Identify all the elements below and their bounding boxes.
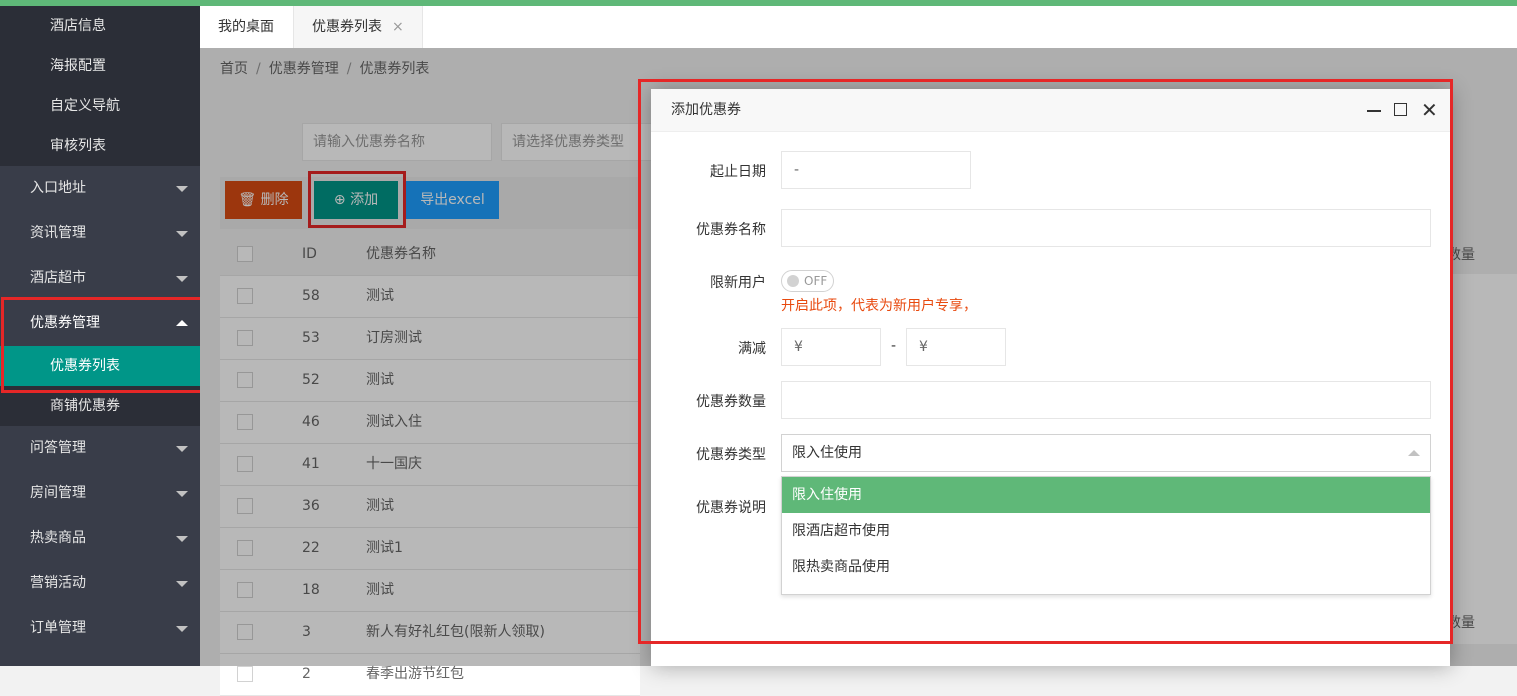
tab-bar: 我的桌面 优惠券列表 × (200, 6, 1517, 49)
tab-desktop[interactable]: 我的桌面 (200, 6, 292, 48)
sidebar-group-marketing[interactable]: 营销活动 (0, 561, 200, 606)
sidebar-group-label: 酒店超市 (30, 270, 86, 286)
sidebar-group-news[interactable]: 资讯管理 (0, 211, 200, 256)
sidebar-item-hotel-info[interactable]: 酒店信息 (0, 6, 200, 46)
tab-label: 优惠券列表 (312, 19, 382, 35)
annotation-box-dialog (638, 79, 1453, 644)
sidebar-item-custom-nav[interactable]: 自定义导航 (0, 86, 200, 126)
chevron-down-icon (176, 186, 188, 192)
sidebar-group-label: 资讯管理 (30, 225, 86, 241)
sidebar-group-label: 热卖商品 (30, 530, 86, 546)
chevron-down-icon (176, 231, 188, 237)
sidebar-group-label: 入口地址 (30, 180, 86, 196)
sidebar-item-poster-config[interactable]: 海报配置 (0, 46, 200, 86)
sidebar-group-hot[interactable]: 热卖商品 (0, 516, 200, 561)
sidebar-group-rooms[interactable]: 房间管理 (0, 471, 200, 516)
sidebar-group-orders[interactable]: 订单管理 (0, 606, 200, 651)
chevron-down-icon (176, 581, 188, 587)
sidebar-group-label: 房间管理 (30, 485, 86, 501)
chevron-down-icon (176, 626, 188, 632)
chevron-down-icon (176, 276, 188, 282)
row-checkbox[interactable] (237, 666, 253, 682)
sidebar-group-label: 订单管理 (30, 620, 86, 636)
sidebar-item-review-list[interactable]: 审核列表 (0, 126, 200, 166)
sidebar-group-market[interactable]: 酒店超市 (0, 256, 200, 301)
sidebar-group-label: 营销活动 (30, 575, 86, 591)
sidebar-group-entry[interactable]: 入口地址 (0, 166, 200, 211)
chevron-down-icon (176, 536, 188, 542)
sidebar-group-qa[interactable]: 问答管理 (0, 426, 200, 471)
tab-coupon-list[interactable]: 优惠券列表 × (293, 6, 423, 48)
sidebar-group-label: 问答管理 (30, 440, 86, 456)
chevron-down-icon (176, 491, 188, 497)
close-icon[interactable]: × (392, 19, 404, 35)
chevron-down-icon (176, 446, 188, 452)
annotation-box-sidebar (1, 297, 205, 393)
